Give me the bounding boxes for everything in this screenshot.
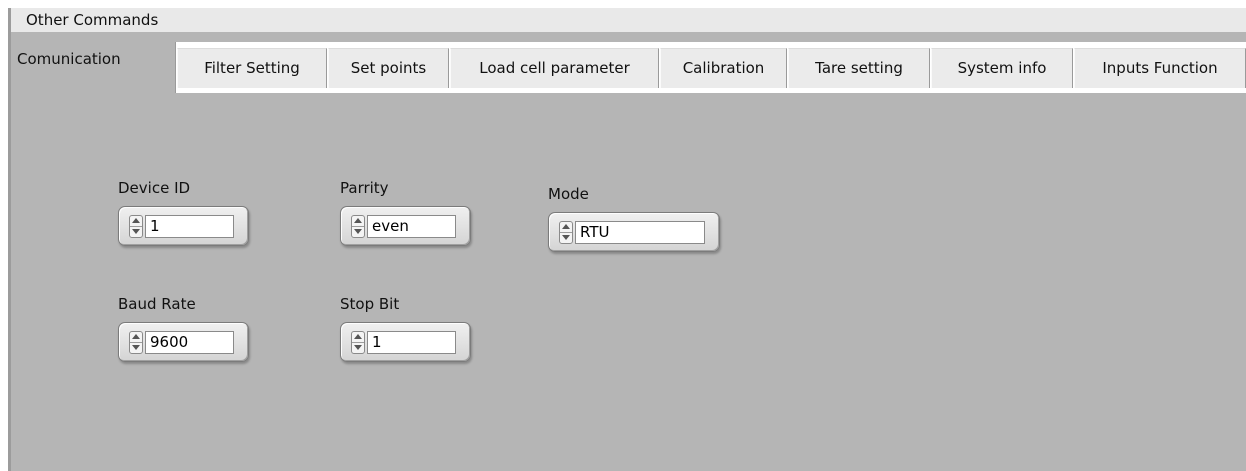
tab-label: Filter Setting bbox=[204, 59, 300, 77]
stop-bit-control: Stop Bit 1 bbox=[340, 295, 480, 365]
tab-load-cell-parameter[interactable]: Load cell parameter bbox=[450, 48, 659, 88]
tab-comunication[interactable]: Comunication bbox=[11, 42, 176, 93]
parity-field[interactable]: even bbox=[367, 215, 456, 238]
tab-filter-setting[interactable]: Filter Setting bbox=[177, 48, 327, 88]
mode-control: Mode RTU bbox=[548, 185, 728, 255]
parity-control: Parrity even bbox=[340, 179, 480, 249]
baud-rate-field[interactable]: 9600 bbox=[145, 331, 234, 354]
tab-label: System info bbox=[957, 59, 1047, 77]
parity-ring: even bbox=[340, 206, 471, 246]
stop-bit-ring: 1 bbox=[340, 322, 471, 362]
tab-system-info[interactable]: System info bbox=[931, 48, 1073, 88]
stop-bit-field[interactable]: 1 bbox=[367, 331, 456, 354]
tab-strip: Comunication Filter Setting Set points L… bbox=[11, 42, 1246, 93]
tab-set-points[interactable]: Set points bbox=[328, 48, 449, 88]
mode-spinner bbox=[559, 221, 573, 244]
baud-rate-ring: 9600 bbox=[118, 322, 249, 362]
decrement-arrow-icon[interactable] bbox=[130, 227, 142, 237]
mode-field[interactable]: RTU bbox=[575, 221, 705, 244]
mode-ring: RTU bbox=[548, 212, 720, 252]
tab-label: Load cell parameter bbox=[479, 59, 630, 77]
tab-label: Comunication bbox=[17, 50, 121, 68]
stop-bit-spinner bbox=[351, 331, 365, 354]
device-id-field[interactable]: 1 bbox=[145, 215, 234, 238]
tab-label: Tare setting bbox=[815, 59, 903, 77]
decrement-arrow-icon[interactable] bbox=[560, 233, 572, 243]
device-id-label: Device ID bbox=[118, 179, 191, 197]
stop-bit-label: Stop Bit bbox=[340, 295, 400, 313]
tab-calibration[interactable]: Calibration bbox=[660, 48, 787, 88]
decrement-arrow-icon[interactable] bbox=[130, 343, 142, 353]
device-id-spinner bbox=[129, 215, 143, 238]
parity-label: Parrity bbox=[340, 179, 389, 197]
increment-arrow-icon[interactable] bbox=[352, 332, 364, 343]
menu-bar: Other Commands bbox=[11, 8, 1246, 32]
tab-label: Inputs Function bbox=[1102, 59, 1218, 77]
tab-tare-setting[interactable]: Tare setting bbox=[788, 48, 930, 88]
menu-other-commands[interactable]: Other Commands bbox=[26, 11, 158, 29]
mode-label: Mode bbox=[548, 185, 589, 203]
parity-spinner bbox=[351, 215, 365, 238]
baud-rate-spinner bbox=[129, 331, 143, 354]
decrement-arrow-icon[interactable] bbox=[352, 227, 364, 237]
increment-arrow-icon[interactable] bbox=[560, 222, 572, 233]
communication-panel: Device ID 1 Parrity even Mode RTU Baud R… bbox=[11, 93, 1246, 471]
increment-arrow-icon[interactable] bbox=[352, 216, 364, 227]
decrement-arrow-icon[interactable] bbox=[352, 343, 364, 353]
tab-label: Calibration bbox=[682, 59, 765, 77]
tab-inputs-function[interactable]: Inputs Function bbox=[1074, 48, 1246, 88]
app-window: Other Commands Comunication Filter Setti… bbox=[8, 8, 1246, 471]
device-id-control: Device ID 1 bbox=[118, 179, 258, 249]
increment-arrow-icon[interactable] bbox=[130, 216, 142, 227]
tab-label: Set points bbox=[350, 59, 427, 77]
baud-rate-control: Baud Rate 9600 bbox=[118, 295, 258, 365]
device-id-numeric: 1 bbox=[118, 206, 249, 246]
baud-rate-label: Baud Rate bbox=[118, 295, 196, 313]
increment-arrow-icon[interactable] bbox=[130, 332, 142, 343]
